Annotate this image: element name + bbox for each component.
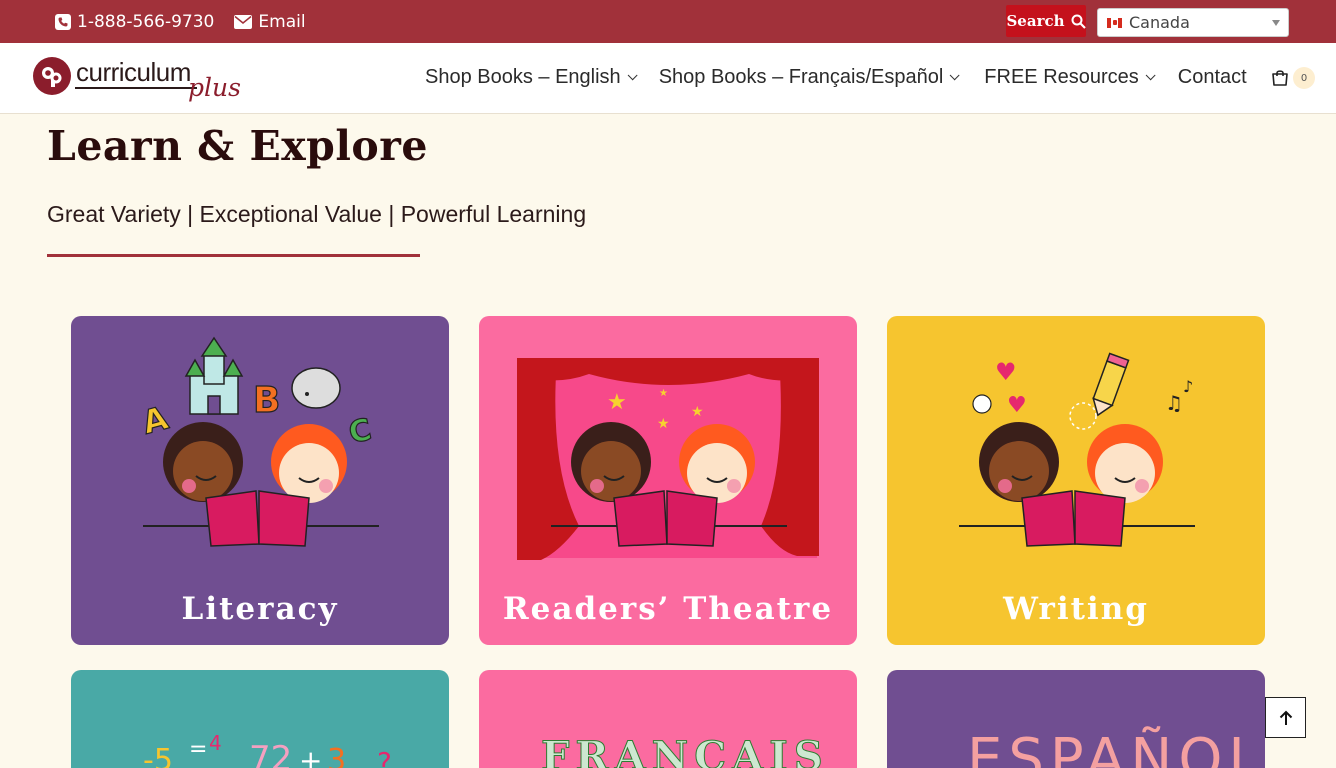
logo-plus: plus [188, 73, 241, 102]
espanol-illustration: ESPAÑOL [887, 670, 1265, 768]
svg-text:♫: ♫ [1165, 391, 1183, 415]
category-card-literacy[interactable]: A B C Literacy [71, 316, 449, 645]
card-label: Literacy [181, 591, 339, 627]
svg-text:B: B [253, 380, 280, 421]
site-logo[interactable]: curriculum plus [33, 57, 248, 102]
svg-text:♥: ♥ [995, 358, 1017, 386]
svg-text:=: = [189, 737, 207, 762]
email-link[interactable]: Email [234, 12, 306, 32]
math-illustration: -5 = 4 72 + 3 ? [71, 670, 449, 768]
contact-links: 1-888-566-9730 Email [55, 12, 306, 32]
card-label: Writing [1003, 591, 1149, 627]
svg-text:♥: ♥ [1007, 393, 1027, 418]
category-card-francais[interactable]: FRANÇAIS [479, 670, 857, 768]
svg-text:FRANÇAIS: FRANÇAIS [541, 733, 829, 768]
nav-shop-english[interactable]: Shop Books – English [425, 66, 638, 89]
envelope-icon [234, 15, 253, 29]
country-select[interactable]: Canada [1097, 8, 1289, 37]
country-value: Canada [1129, 13, 1190, 32]
svg-text:4: 4 [209, 731, 222, 755]
cart-icon [1272, 70, 1288, 86]
svg-text:★: ★ [659, 388, 668, 399]
top-bar: 1-888-566-9730 Email Search Canada [0, 0, 1336, 43]
email-label: Email [258, 12, 306, 32]
search-button[interactable]: Search [1006, 5, 1086, 37]
svg-text:★: ★ [691, 404, 704, 420]
logo-underline [75, 87, 197, 89]
nav-label: FREE Resources [984, 66, 1139, 88]
svg-text:ESPAÑOL: ESPAÑOL [967, 727, 1265, 768]
page-tagline: Great Variety | Exceptional Value | Powe… [47, 201, 587, 227]
card-label: Readers’ Theatre [502, 591, 834, 627]
search-icon [1071, 14, 1086, 29]
francais-illustration: FRANÇAIS [479, 670, 857, 768]
svg-text:★: ★ [657, 416, 670, 432]
logo-mark-icon [33, 57, 71, 95]
phone-number: 1-888-566-9730 [77, 12, 215, 32]
logo-word: curriculum [76, 57, 191, 87]
category-card-espanol[interactable]: ESPAÑOL [887, 670, 1265, 768]
page-title: Learn & Explore [47, 122, 428, 170]
phone-icon [55, 14, 71, 30]
nav-contact[interactable]: Contact [1178, 66, 1247, 89]
svg-text:+: + [299, 744, 322, 768]
phone-link[interactable]: 1-888-566-9730 [55, 12, 214, 32]
search-label: Search [1006, 12, 1065, 30]
main-nav: Shop Books – English Shop Books – França… [425, 66, 1247, 89]
category-card-readers-theatre[interactable]: ★ ★ ★ ★ Readers’ Theatre [479, 316, 857, 645]
svg-text:-5: -5 [143, 743, 173, 768]
nav-label: Shop Books – English [425, 66, 621, 88]
chevron-down-icon [1145, 70, 1156, 81]
category-card-math[interactable]: -5 = 4 72 + 3 ? [71, 670, 449, 768]
scroll-to-top-button[interactable] [1265, 697, 1306, 738]
dropdown-caret-icon [1272, 20, 1280, 26]
cart-count-badge: 0 [1293, 67, 1315, 89]
svg-text:★: ★ [607, 390, 627, 415]
chevron-down-icon [627, 70, 638, 81]
svg-text:3: 3 [327, 743, 346, 768]
nav-free-resources[interactable]: FREE Resources [984, 66, 1156, 89]
site-header: curriculum plus Shop Books – English Sho… [0, 43, 1336, 114]
svg-text:♪: ♪ [1183, 377, 1193, 396]
canada-flag-icon [1107, 17, 1122, 28]
nav-label: Contact [1177, 66, 1247, 88]
svg-text:?: ? [377, 746, 392, 768]
arrow-up-icon [1279, 710, 1292, 725]
cart-button[interactable]: 0 [1270, 67, 1315, 89]
nav-label: Shop Books – Français/Español [658, 66, 944, 88]
svg-text:72: 72 [249, 739, 292, 768]
nav-shop-francais-espanol[interactable]: Shop Books – Français/Español [658, 66, 960, 89]
chevron-down-icon [949, 70, 960, 81]
title-divider [47, 254, 420, 257]
category-card-writing[interactable]: ♥ ♥ ♫ ♪ Writing [887, 316, 1265, 645]
